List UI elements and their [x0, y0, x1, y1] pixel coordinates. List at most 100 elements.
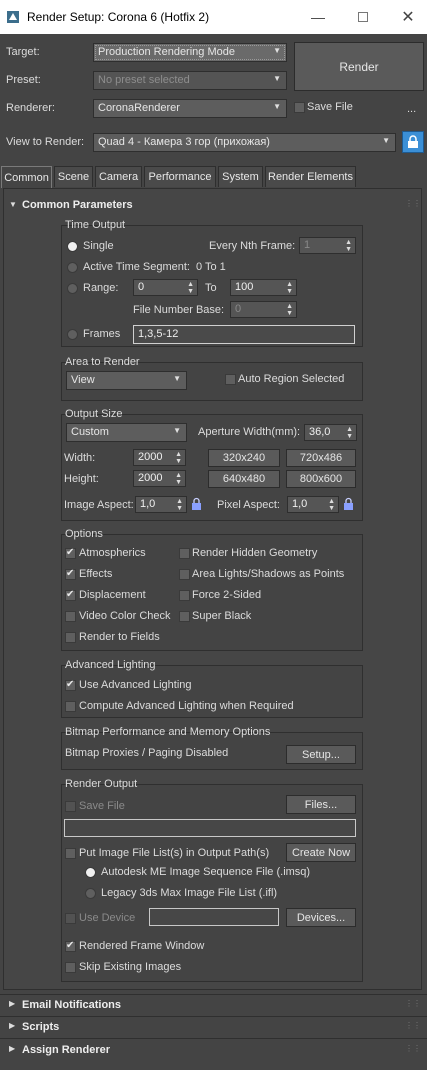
save-file-checkbox[interactable]: [294, 102, 305, 113]
preset-640x480-button[interactable]: 640x480: [208, 470, 280, 488]
legacy-ifl-label: Legacy 3ds Max Image File List (.ifl): [101, 887, 278, 899]
tab-common[interactable]: Common: [1, 166, 52, 188]
chevron-down-icon: ▼: [173, 374, 181, 383]
image-aspect-lock-button[interactable]: [191, 497, 202, 511]
target-dropdown[interactable]: Production Rendering Mode ▼: [93, 43, 287, 62]
frames-radio[interactable]: [67, 329, 78, 340]
scripts-label: Scripts: [22, 1021, 60, 1033]
minimize-button[interactable]: —: [298, 5, 338, 29]
height-value: 2000: [138, 472, 163, 484]
spinner-arrows-icon: ▲ ▼: [176, 498, 183, 512]
output-path-field[interactable]: [64, 819, 356, 837]
files-button[interactable]: Files...: [286, 795, 356, 814]
output-size-preset-dropdown[interactable]: Custom ▼: [66, 423, 187, 442]
chevron-down-icon: ▼: [273, 102, 281, 111]
area-to-render-dropdown[interactable]: View ▼: [66, 371, 187, 390]
render-button[interactable]: Render: [294, 42, 424, 91]
chevron-down-icon: ▼: [173, 426, 181, 435]
create-now-button[interactable]: Create Now: [286, 843, 356, 862]
atmospherics-checkbox[interactable]: [65, 548, 76, 559]
tab-scene[interactable]: Scene: [54, 166, 93, 187]
save-file-output-label: Save File: [79, 800, 125, 812]
preset-800x600-button[interactable]: 800x600: [286, 470, 356, 488]
aperture-width-label: Aperture Width(mm):: [198, 426, 301, 438]
super-black-checkbox[interactable]: [179, 611, 190, 622]
area-to-render-title: Area to Render: [65, 356, 140, 368]
autodesk-me-radio[interactable]: [85, 867, 96, 878]
advanced-lighting-title: Advanced Lighting: [65, 659, 156, 671]
collapse-arrow-icon[interactable]: ▼: [9, 200, 17, 209]
setup-button[interactable]: Setup...: [286, 745, 356, 764]
tab-performance[interactable]: Performance: [144, 166, 216, 187]
tab-system[interactable]: System: [218, 166, 263, 187]
maximize-button[interactable]: [343, 5, 383, 29]
pixel-aspect-lock-button[interactable]: [343, 497, 354, 511]
active-segment-radio[interactable]: [67, 262, 78, 273]
file-number-base-spinner[interactable]: 0 ▲ ▼: [230, 301, 297, 318]
more-button[interactable]: ...: [407, 103, 416, 115]
legacy-ifl-radio[interactable]: [85, 888, 96, 899]
output-size-title: Output Size: [65, 408, 123, 420]
preset-label: Preset:: [6, 74, 41, 86]
range-from-spinner[interactable]: 0 ▲ ▼: [133, 279, 198, 296]
drag-handle-icon[interactable]: ⋮⋮: [405, 999, 421, 1008]
active-segment-label: Active Time Segment:: [83, 261, 190, 273]
single-radio[interactable]: [67, 241, 78, 252]
use-advanced-lighting-checkbox[interactable]: [65, 680, 76, 691]
every-nth-spinner[interactable]: 1 ▲ ▼: [299, 237, 356, 254]
effects-checkbox[interactable]: [65, 569, 76, 580]
render-hidden-geometry-checkbox[interactable]: [179, 548, 190, 559]
height-label: Height:: [64, 473, 99, 485]
tab-render-elements[interactable]: Render Elements: [265, 166, 356, 187]
scripts-rollout[interactable]: ▶ Scripts ⋮⋮: [0, 1016, 427, 1037]
height-spinner[interactable]: 2000 ▲ ▼: [133, 470, 186, 487]
video-color-check-checkbox[interactable]: [65, 611, 76, 622]
save-file-label: Save File: [307, 101, 353, 113]
preset-dropdown[interactable]: No preset selected ▼: [93, 71, 287, 90]
spinner-arrows-icon: ▲ ▼: [345, 239, 352, 253]
displacement-checkbox[interactable]: [65, 590, 76, 601]
lock-icon: [344, 497, 353, 510]
render-to-fields-checkbox[interactable]: [65, 632, 76, 643]
assign-renderer-rollout[interactable]: ▶ Assign Renderer ⋮⋮: [0, 1038, 427, 1062]
force-2-sided-checkbox[interactable]: [179, 590, 190, 601]
close-button[interactable]: ✕: [388, 5, 427, 29]
aperture-width-spinner[interactable]: 36,0 ▲ ▼: [304, 424, 357, 441]
range-to-spinner[interactable]: 100 ▲ ▼: [230, 279, 297, 296]
lock-view-button[interactable]: [402, 131, 424, 153]
view-to-render-dropdown[interactable]: Quad 4 - Камера 3 гор (прихожая) ▼: [93, 133, 396, 152]
view-to-render-value: Quad 4 - Камера 3 гор (прихожая): [98, 136, 270, 148]
skip-existing-label: Skip Existing Images: [79, 961, 182, 973]
renderer-dropdown[interactable]: CoronaRenderer ▼: [93, 99, 287, 118]
bitmap-performance-title: Bitmap Performance and Memory Options: [65, 726, 271, 738]
compute-advanced-lighting-checkbox[interactable]: [65, 701, 76, 712]
common-parameters-header[interactable]: Common Parameters: [22, 199, 133, 211]
range-label: Range:: [83, 282, 119, 294]
tab-camera[interactable]: Camera: [95, 166, 142, 187]
email-notifications-label: Email Notifications: [22, 999, 122, 1011]
drag-handle-icon[interactable]: ⋮⋮: [405, 199, 421, 208]
image-aspect-value: 1,0: [140, 498, 156, 510]
width-spinner[interactable]: 2000 ▲ ▼: [133, 449, 186, 466]
save-file-output-checkbox[interactable]: [65, 801, 76, 812]
area-lights-points-checkbox[interactable]: [179, 569, 190, 580]
rendered-frame-window-checkbox[interactable]: [65, 941, 76, 952]
drag-handle-icon[interactable]: ⋮⋮: [405, 1044, 421, 1053]
preset-720x486-button[interactable]: 720x486: [286, 449, 356, 467]
use-device-checkbox[interactable]: [65, 913, 76, 924]
file-number-base-label: File Number Base:: [133, 304, 225, 316]
email-notifications-rollout[interactable]: ▶ Email Notifications ⋮⋮: [0, 994, 427, 1015]
every-nth-label: Every Nth Frame:: [209, 240, 296, 252]
pixel-aspect-spinner[interactable]: 1,0 ▲ ▼: [287, 496, 339, 513]
device-field[interactable]: [149, 908, 279, 926]
image-aspect-spinner[interactable]: 1,0 ▲ ▼: [135, 496, 187, 513]
skip-existing-checkbox[interactable]: [65, 962, 76, 973]
auto-region-checkbox[interactable]: [225, 374, 236, 385]
use-device-label: Use Device: [79, 912, 136, 924]
range-radio[interactable]: [67, 283, 78, 294]
drag-handle-icon[interactable]: ⋮⋮: [405, 1021, 421, 1030]
devices-button[interactable]: Devices...: [286, 908, 356, 927]
preset-320x240-button[interactable]: 320x240: [208, 449, 280, 467]
frames-input[interactable]: 1,3,5-12: [133, 325, 355, 344]
put-image-list-checkbox[interactable]: [65, 848, 76, 859]
